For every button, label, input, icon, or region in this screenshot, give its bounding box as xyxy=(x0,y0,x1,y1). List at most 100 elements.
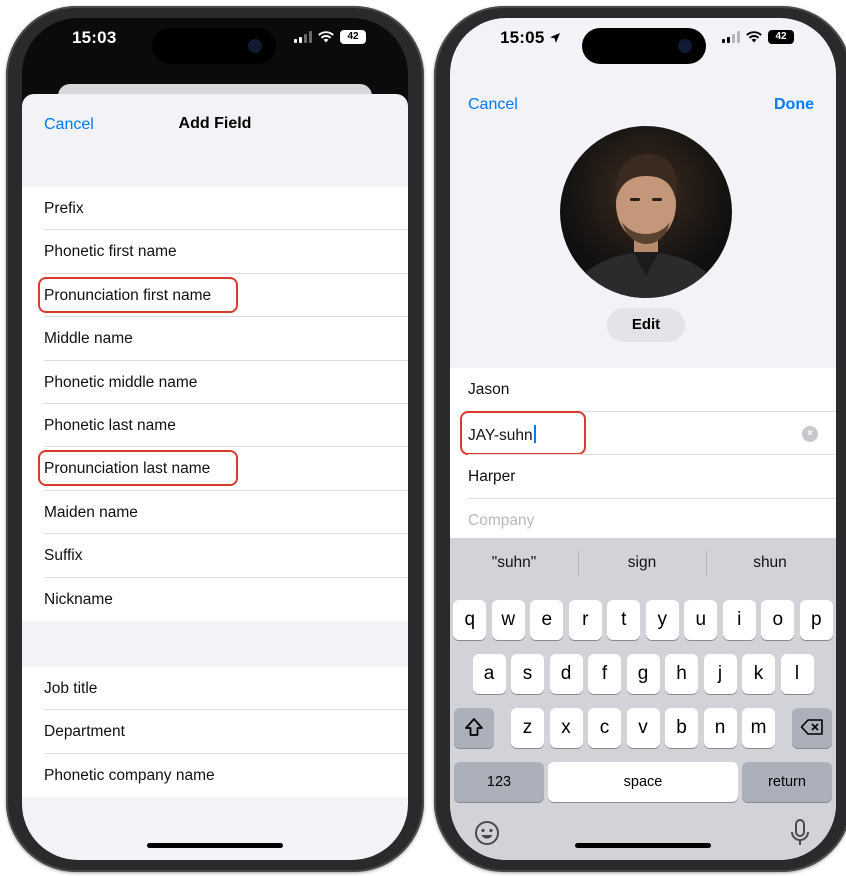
contact-portrait-image xyxy=(570,154,722,298)
key-g[interactable]: g xyxy=(626,654,660,694)
field-option-phonetic-middle-name[interactable]: Phonetic middle name xyxy=(22,361,408,404)
dynamic-island xyxy=(152,28,276,64)
field-value-text: Jason xyxy=(468,381,510,398)
highlight-box xyxy=(460,410,586,455)
field-option-pronunciation-first-name[interactable]: Pronunciation first name xyxy=(22,274,408,318)
field-option-label: Phonetic first name xyxy=(44,243,177,261)
field-value: Harper xyxy=(468,468,515,486)
key-y[interactable]: y xyxy=(645,600,679,640)
key-n[interactable]: n xyxy=(703,708,737,748)
key-v[interactable]: v xyxy=(626,708,660,748)
right-screen: 15:05 42 Cancel Done Edit Jason JAY-suhn… xyxy=(450,18,836,860)
camera-icon xyxy=(248,39,262,53)
field-option-department[interactable]: Department xyxy=(22,710,408,754)
suggestion-divider xyxy=(706,550,707,576)
field-option-pronunciation-last-name[interactable]: Pronunciation last name xyxy=(22,447,408,491)
emoji-icon[interactable] xyxy=(474,820,500,852)
key-q[interactable]: q xyxy=(453,600,487,640)
highlight-box xyxy=(38,450,238,487)
field-option-maiden-name[interactable]: Maiden name xyxy=(22,491,408,535)
suggestion-2[interactable]: sign xyxy=(578,554,706,572)
sheet-title: Add Field xyxy=(178,115,252,132)
field-option-middle-name[interactable]: Middle name xyxy=(22,317,408,361)
key-b[interactable]: b xyxy=(665,708,698,748)
done-button[interactable]: Done xyxy=(774,96,814,114)
contact-field-jay-suhn[interactable]: JAY-suhn × xyxy=(450,410,836,456)
field-option-label: Department xyxy=(44,723,125,741)
field-option-phonetic-last-name[interactable]: Phonetic last name xyxy=(22,404,408,448)
field-option-job-title[interactable]: Job title xyxy=(22,667,408,711)
field-option-label: Phonetic middle name xyxy=(44,373,198,391)
return-key[interactable]: return xyxy=(742,762,832,802)
key-l[interactable]: l xyxy=(780,654,814,694)
key-t[interactable]: t xyxy=(607,600,641,640)
field-option-label: Phonetic company name xyxy=(44,766,215,784)
home-indicator[interactable] xyxy=(147,843,283,848)
microphone-icon[interactable] xyxy=(790,818,810,854)
sheet-nav-bar: Cancel Add Field xyxy=(22,94,408,150)
field-option-label: Job title xyxy=(44,680,98,697)
company-placeholder: Company xyxy=(468,512,534,530)
home-indicator[interactable] xyxy=(575,843,711,848)
field-option-suffix[interactable]: Suffix xyxy=(22,534,408,578)
key-o[interactable]: o xyxy=(761,600,795,640)
key-a[interactable]: a xyxy=(472,654,506,694)
left-phone: 15:03 42 Cancel Add Field Prefix Phonetic… xyxy=(6,6,424,872)
key-i[interactable]: i xyxy=(722,600,756,640)
field-option-label: Prefix xyxy=(44,200,84,217)
key-j[interactable]: j xyxy=(703,654,737,694)
clear-text-icon[interactable]: × xyxy=(802,425,818,442)
contact-field-jason[interactable]: Jason xyxy=(450,368,836,412)
field-option-nickname[interactable]: Nickname xyxy=(22,578,408,621)
shift-key[interactable] xyxy=(454,708,494,748)
left-screen: 15:03 42 Cancel Add Field Prefix Phonetic… xyxy=(22,18,408,860)
key-k[interactable]: k xyxy=(742,654,775,694)
status-icons: 42 xyxy=(722,30,794,44)
key-z[interactable]: z xyxy=(511,708,544,748)
key-h[interactable]: h xyxy=(665,654,698,694)
wifi-icon xyxy=(318,31,334,43)
backspace-icon xyxy=(800,719,823,735)
name-field-list: Prefix Phonetic first name Pronunciation f… xyxy=(22,187,408,621)
contact-field-harper[interactable]: Harper xyxy=(450,455,836,499)
suggestion-3[interactable]: shun xyxy=(706,554,834,572)
location-arrow-icon xyxy=(550,33,561,43)
contact-fields: Jason JAY-suhn × Harper Company xyxy=(450,368,836,544)
cellular-signal-icon xyxy=(722,31,740,43)
contact-photo[interactable] xyxy=(560,126,732,298)
key-d[interactable]: d xyxy=(549,654,583,694)
field-option-phonetic-first-name[interactable]: Phonetic first name xyxy=(22,230,408,274)
key-s[interactable]: s xyxy=(511,654,544,694)
field-option-label: Maiden name xyxy=(44,503,138,521)
space-key[interactable]: space xyxy=(548,762,738,802)
key-x[interactable]: x xyxy=(549,708,583,748)
field-option-prefix[interactable]: Prefix xyxy=(22,187,408,231)
dynamic-island xyxy=(582,28,706,64)
keyboard: "suhn" sign shun qwertyuiop asdfghjkl zxcvbn… xyxy=(450,538,836,860)
status-time-text: 15:05 xyxy=(500,28,545,47)
right-phone: 15:05 42 Cancel Done Edit Jason JAY-suhn… xyxy=(434,6,846,872)
key-e[interactable]: e xyxy=(530,600,564,640)
key-p[interactable]: p xyxy=(799,600,833,640)
cellular-signal-icon xyxy=(294,31,312,43)
key-c[interactable]: c xyxy=(588,708,621,748)
field-option-label: Middle name xyxy=(44,330,133,348)
field-option-phonetic-company-name[interactable]: Phonetic company name xyxy=(22,754,408,797)
highlight-box xyxy=(38,276,238,313)
camera-icon xyxy=(678,39,692,53)
suggestion-1[interactable]: "suhn" xyxy=(450,554,578,572)
field-value: Jason xyxy=(468,381,509,399)
key-w[interactable]: w xyxy=(491,600,525,640)
status-time: 15:05 xyxy=(500,28,561,48)
key-f[interactable]: f xyxy=(588,654,621,694)
contact-field-company[interactable]: Company xyxy=(450,499,836,543)
key-u[interactable]: u xyxy=(684,600,718,640)
delete-key[interactable] xyxy=(792,708,832,748)
edit-photo-button[interactable]: Edit xyxy=(607,308,685,342)
key-m[interactable]: m xyxy=(742,708,775,748)
key-r[interactable]: r xyxy=(568,600,602,640)
field-value-text: Harper xyxy=(468,468,516,486)
numbers-key[interactable]: 123 xyxy=(454,762,544,802)
wifi-icon xyxy=(746,31,762,43)
cancel-button[interactable]: Cancel xyxy=(468,96,518,114)
